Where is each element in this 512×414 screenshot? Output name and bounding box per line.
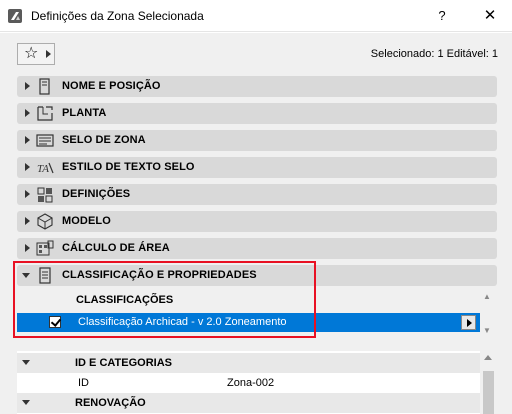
settings-icon	[37, 187, 53, 203]
favorites-button[interactable]: ☆	[17, 43, 55, 65]
classification-row[interactable]: Classificação Archicad - v 2.0 Zoneament…	[17, 313, 480, 332]
expand-arrow-icon[interactable]	[25, 82, 30, 90]
panel-name-position[interactable]: NOME E POSIÇÃO	[17, 76, 497, 97]
collapse-arrow-icon[interactable]	[22, 273, 30, 278]
star-icon: ☆	[24, 45, 39, 62]
panel-text-style[interactable]: TA ESTILO DE TEXTO SELO	[17, 157, 497, 178]
property-group-id-categories[interactable]: ID E CATEGORIAS	[17, 353, 480, 373]
expand-arrow-icon[interactable]	[25, 244, 30, 252]
panel-label: DEFINIÇÕES	[62, 188, 131, 200]
archicad-app-icon	[8, 9, 22, 23]
panel-settings[interactable]: DEFINIÇÕES	[17, 184, 497, 205]
classification-scrollbar[interactable]: ▲ ▼	[481, 291, 493, 337]
dialog-content: ☆ Selecionado: 1 Editável: 1 NOME E POSI…	[0, 33, 512, 414]
area-calculation-icon	[36, 240, 54, 256]
panel-area-calculation[interactable]: CÁLCULO DE ÁREA	[17, 238, 497, 259]
scroll-up-icon[interactable]	[484, 355, 492, 360]
svg-text:TA: TA	[37, 163, 49, 175]
scroll-thumb[interactable]	[483, 371, 494, 414]
panel-model[interactable]: MODELO	[17, 211, 497, 232]
classification-checkbox[interactable]	[49, 316, 61, 328]
help-button[interactable]: ?	[428, 6, 456, 26]
group-label: ID E CATEGORIAS	[75, 357, 172, 369]
group-label: RENOVAÇÃO	[75, 397, 146, 409]
selection-info: Selecionado: 1 Editável: 1	[370, 48, 498, 60]
panel-label: PLANTA	[62, 107, 107, 119]
panel-label: NOME E POSIÇÃO	[62, 80, 161, 92]
scroll-down-icon[interactable]: ▼	[483, 327, 491, 335]
expand-arrow-icon[interactable]	[25, 190, 30, 198]
properties-scrollbar[interactable]	[480, 351, 497, 414]
zone-stamp-icon	[36, 134, 54, 147]
properties-list: ID E CATEGORIAS ID Zona-002 RENOVAÇÃO	[17, 351, 497, 414]
model-3d-icon	[37, 213, 53, 230]
collapse-arrow-icon[interactable]	[22, 360, 30, 365]
property-row-id[interactable]: ID Zona-002	[17, 373, 480, 393]
expand-arrow-icon[interactable]	[25, 136, 30, 144]
classifications-heading: CLASSIFICAÇÕES	[76, 294, 174, 306]
property-name: ID	[78, 377, 89, 389]
text-style-icon: TA	[37, 162, 54, 175]
panel-label: CLASSIFICAÇÃO E PROPRIEDADES	[62, 269, 257, 281]
title-bar: Definições da Zona Selecionada ? ✕	[0, 0, 512, 32]
name-position-icon	[39, 78, 50, 95]
panel-label: CÁLCULO DE ÁREA	[62, 242, 170, 254]
panel-label: ESTILO DE TEXTO SELO	[62, 161, 195, 173]
panel-label: SELO DE ZONA	[62, 134, 146, 146]
panel-classification-properties[interactable]: CLASSIFICAÇÃO E PROPRIEDADES	[17, 265, 497, 286]
panel-zone-stamp[interactable]: SELO DE ZONA	[17, 130, 497, 151]
classification-menu-button[interactable]	[461, 315, 476, 330]
close-button[interactable]: ✕	[476, 6, 504, 26]
floor-plan-icon	[37, 106, 53, 121]
classification-text: Classificação Archicad - v 2.0 Zoneament…	[78, 316, 287, 328]
expand-arrow-icon[interactable]	[25, 163, 30, 171]
window-title: Definições da Zona Selecionada	[31, 9, 204, 23]
panel-floor-plan[interactable]: PLANTA	[17, 103, 497, 124]
property-group-renovation[interactable]: RENOVAÇÃO	[17, 393, 480, 413]
expand-arrow-icon[interactable]	[25, 109, 30, 117]
collapse-arrow-icon[interactable]	[22, 400, 30, 405]
scroll-up-icon[interactable]: ▲	[483, 293, 491, 301]
panel-label: MODELO	[62, 215, 111, 227]
document-icon	[39, 267, 51, 284]
dropdown-arrow-icon	[46, 50, 51, 58]
classification-section: CLASSIFICAÇÕES Classificação Archicad - …	[17, 287, 497, 339]
property-value[interactable]: Zona-002	[227, 377, 274, 389]
expand-arrow-icon[interactable]	[25, 217, 30, 225]
